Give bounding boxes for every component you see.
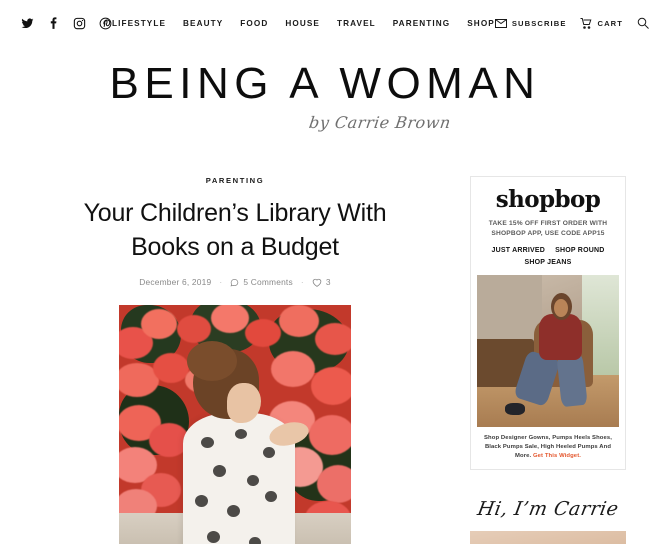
- post-comments[interactable]: 5 Comments: [230, 277, 293, 287]
- about-widget: Hi, I’m Carrie: [470, 498, 626, 544]
- ad-logo: shopbop: [495, 186, 601, 213]
- about-photo: [470, 531, 626, 544]
- sidebar: shopbop TAKE 15% OFF FIRST ORDER WITH SH…: [470, 176, 650, 544]
- utility-nav: SUBSCRIBE CART: [494, 17, 649, 29]
- search-icon[interactable]: [637, 17, 649, 29]
- ad-links: JUST ARRIVED SHOP ROUND SHOP JEANS: [477, 245, 619, 269]
- meta-separator-2: ·: [300, 277, 304, 287]
- ad-image[interactable]: [477, 274, 619, 427]
- social-links: [20, 16, 112, 30]
- post-meta: December 6, 2019 · 5 Comments · 3: [0, 277, 470, 287]
- ad-link-just-arrived[interactable]: JUST ARRIVED: [492, 247, 545, 254]
- sidebar-ad-shopbop[interactable]: shopbop TAKE 15% OFF FIRST ORDER WITH SH…: [470, 176, 626, 471]
- instagram-icon[interactable]: [72, 16, 86, 30]
- ad-link-shop-round[interactable]: SHOP ROUND: [555, 247, 604, 254]
- post-likes-count: 3: [325, 277, 331, 287]
- facebook-icon[interactable]: [46, 16, 60, 30]
- site-tagline: by Carrie Brown: [307, 113, 453, 132]
- post-category[interactable]: PARENTING: [0, 176, 470, 185]
- nav-item-shop[interactable]: SHOP: [467, 19, 495, 28]
- ad-link-shop-jeans[interactable]: SHOP JEANS: [525, 259, 572, 266]
- nav-item-lifestyle[interactable]: LIFESTYLE: [112, 19, 166, 28]
- post-featured-image[interactable]: [119, 305, 351, 544]
- cart-label: CART: [597, 18, 623, 28]
- post-card: PARENTING Your Children’s Library With B…: [0, 176, 470, 544]
- post-likes[interactable]: 3: [312, 277, 331, 287]
- subscribe-button[interactable]: SUBSCRIBE: [494, 18, 567, 28]
- nav-item-food[interactable]: FOOD: [240, 19, 268, 28]
- ad-footer: Shop Designer Gowns, Pumps Heels Shoes, …: [477, 434, 619, 461]
- pinterest-icon[interactable]: [98, 16, 112, 30]
- cart-button[interactable]: CART: [580, 17, 623, 29]
- girl-bun: [187, 341, 237, 381]
- page-body: PARENTING Your Children’s Library With B…: [0, 176, 650, 544]
- main-content: PARENTING Your Children’s Library With B…: [0, 176, 470, 544]
- nav-item-travel[interactable]: TRAVEL: [337, 19, 376, 28]
- ad-subtext: TAKE 15% OFF FIRST ORDER WITH SHOPBOP AP…: [488, 220, 608, 238]
- ad-model-shoe: [505, 402, 526, 415]
- ad-model-top: [539, 314, 583, 360]
- about-title: Hi, I’m Carrie: [475, 498, 621, 521]
- main-nav: LIFESTYLE BEAUTY FOOD HOUSE TRAVEL PAREN…: [112, 19, 495, 28]
- ad-get-widget-link[interactable]: Get This Widget.: [533, 453, 581, 459]
- post-comments-label: 5 Comments: [243, 277, 293, 287]
- subscribe-label: SUBSCRIBE: [511, 18, 567, 28]
- nav-item-beauty[interactable]: BEAUTY: [183, 19, 223, 28]
- twitter-icon[interactable]: [20, 16, 34, 30]
- meta-separator: ·: [219, 277, 223, 287]
- top-bar: LIFESTYLE BEAUTY FOOD HOUSE TRAVEL PAREN…: [0, 0, 650, 46]
- nav-item-parenting[interactable]: PARENTING: [393, 19, 451, 28]
- nav-item-house[interactable]: HOUSE: [285, 19, 320, 28]
- post-date: December 6, 2019: [139, 277, 212, 287]
- envelope-icon: [494, 18, 507, 28]
- site-title[interactable]: BEING A WOMAN: [0, 62, 650, 106]
- cart-icon: [580, 17, 592, 29]
- post-title[interactable]: Your Children’s Library With Books on a …: [0, 197, 470, 264]
- heart-icon: [312, 278, 322, 287]
- masthead: BEING A WOMAN by Carrie Brown: [0, 46, 650, 133]
- comment-bubble-icon: [230, 278, 239, 287]
